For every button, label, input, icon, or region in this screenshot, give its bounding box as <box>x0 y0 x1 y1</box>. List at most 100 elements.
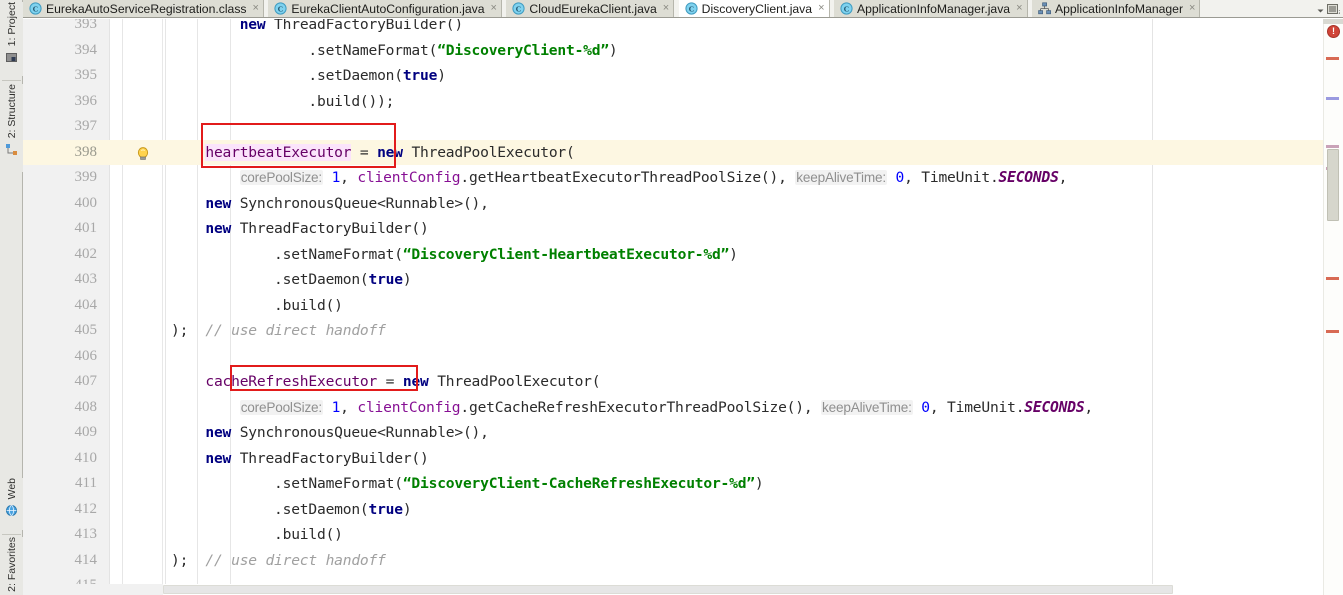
close-icon[interactable]: × <box>663 3 669 14</box>
close-icon[interactable]: × <box>1189 3 1195 14</box>
code-line[interactable]: 405); // use direct handoff <box>23 318 1343 344</box>
tab-list-icon[interactable]: 2 <box>1327 2 1342 17</box>
horizontal-scrollbar[interactable] <box>163 584 1323 595</box>
code-token: ) <box>402 500 412 518</box>
close-icon[interactable]: × <box>253 3 259 14</box>
code-text[interactable]: ); // use direct handoff <box>171 548 386 574</box>
code-line[interactable]: 406 <box>23 344 1343 370</box>
code-line[interactable]: 402 .setNameFormat(“DiscoveryClient-Hear… <box>23 242 1343 268</box>
code-line[interactable]: 404 .build() <box>23 293 1343 319</box>
editor-tab-application-info-manager-java[interactable]: C ApplicationInfoManager.java × <box>833 0 1028 17</box>
code-text[interactable]: .setDaemon(true) <box>171 63 446 89</box>
code-line[interactable]: 395 .setDaemon(true) <box>23 63 1343 89</box>
code-text[interactable]: corePoolSize: 1, clientConfig.getCacheRe… <box>171 395 1093 421</box>
code-token: ) <box>754 475 764 492</box>
code-text[interactable]: .build() <box>171 293 343 319</box>
sidebar-item-favorites[interactable]: 2: Favorites <box>0 537 23 595</box>
code-line[interactable]: 407 cacheRefreshExecutor = new ThreadPoo… <box>23 369 1343 395</box>
code-text[interactable]: .setNameFormat(“DiscoveryClient-CacheRef… <box>171 471 764 497</box>
code-line[interactable]: 393 new ThreadFactoryBuilder() <box>23 19 1343 38</box>
sidebar-item-project[interactable]: 1: Project <box>0 2 23 76</box>
editor-tab-label: ApplicationInfoManager <box>1054 1 1184 16</box>
editor-tab-bar[interactable]: C EurekaAutoServiceRegistration.class × … <box>23 0 1343 18</box>
error-stripe-marker[interactable] <box>1326 57 1339 60</box>
code-line[interactable]: 410 new ThreadFactoryBuilder() <box>23 446 1343 472</box>
editor-tab-discovery-client[interactable]: C DiscoveryClient.java × <box>678 0 830 17</box>
svg-text:C: C <box>33 4 38 13</box>
code-text[interactable]: corePoolSize: 1, clientConfig.getHeartbe… <box>171 165 1067 191</box>
java-class-icon: C <box>29 2 42 15</box>
code-line[interactable]: 412 .setDaemon(true) <box>23 497 1343 523</box>
close-icon[interactable]: × <box>1016 3 1022 14</box>
line-number: 398 <box>74 143 98 160</box>
code-line[interactable]: 401 new ThreadFactoryBuilder() <box>23 216 1343 242</box>
code-text[interactable]: new SynchronousQueue<Runnable>(), <box>171 191 489 217</box>
code-token: ThreadFactoryBuilder() <box>231 220 429 237</box>
code-line[interactable]: 394 .setNameFormat(“DiscoveryClient-%d”) <box>23 38 1343 64</box>
editor-tab-label: EurekaAutoServiceRegistration.class <box>46 1 247 16</box>
error-stripe-marker[interactable] <box>1326 97 1339 100</box>
intention-bulb-icon[interactable] <box>135 145 151 161</box>
code-text[interactable]: .build() <box>171 522 343 548</box>
code-text[interactable]: heartbeatExecutor = new ThreadPoolExecut… <box>171 140 575 166</box>
editor-tab-application-info-manager-hierarchy[interactable]: ApplicationInfoManager × <box>1031 0 1201 17</box>
tab-dropdown-icon[interactable] <box>1316 2 1325 17</box>
code-line[interactable]: 399 corePoolSize: 1, clientConfig.getHea… <box>23 165 1343 191</box>
code-line[interactable]: 400 new SynchronousQueue<Runnable>(), <box>23 191 1343 217</box>
error-stripe-marker[interactable] <box>1326 330 1339 333</box>
code-text[interactable]: .build()); <box>171 89 394 115</box>
line-number: 407 <box>74 373 98 389</box>
code-line[interactable]: 396 .build()); <box>23 89 1343 115</box>
code-line[interactable]: 409 new SynchronousQueue<Runnable>(), <box>23 420 1343 446</box>
code-text[interactable]: .setNameFormat(“DiscoveryClient-Heartbea… <box>171 242 738 268</box>
error-stripe-marker[interactable] <box>1326 277 1339 280</box>
close-icon[interactable]: × <box>818 3 824 14</box>
code-line[interactable]: 408 corePoolSize: 1, clientConfig.getCac… <box>23 395 1343 421</box>
editor-tab-eureka-auto-service-registration[interactable]: C EurekaAutoServiceRegistration.class × <box>23 0 264 17</box>
code-line[interactable]: 413 .build() <box>23 522 1343 548</box>
code-token: “DiscoveryClient-%d” <box>437 41 609 59</box>
code-text[interactable]: .setNameFormat(“DiscoveryClient-%d”) <box>171 38 617 64</box>
line-number: 402 <box>74 245 98 262</box>
left-tool-window-strip: 1: Project 2: Structure Web 2: Favorites <box>0 0 23 595</box>
code-line[interactable]: 414); // use direct handoff <box>23 548 1343 574</box>
sidebar-item-structure[interactable]: 2: Structure <box>0 84 23 172</box>
error-stripe-gutter[interactable] <box>1323 19 1343 595</box>
code-editor[interactable]: 393 new ThreadFactoryBuilder() 394 .setNa… <box>23 19 1343 595</box>
code-lines-container[interactable]: 393 new ThreadFactoryBuilder() 394 .setNa… <box>23 19 1343 595</box>
code-text[interactable]: .setDaemon(true) <box>171 497 412 523</box>
code-text[interactable]: ); // use direct handoff <box>171 318 386 344</box>
code-text[interactable]: .setDaemon(true) <box>171 267 412 293</box>
code-line[interactable]: 398 heartbeatExecutor = new ThreadPoolEx… <box>23 139 1343 166</box>
code-token: “DiscoveryClient-HeartbeatExecutor-%d” <box>402 245 730 263</box>
code-token: .build()); <box>308 92 395 110</box>
close-icon[interactable]: × <box>491 3 497 14</box>
code-token: heartbeatExecutor <box>205 143 352 161</box>
code-text[interactable]: new ThreadFactoryBuilder() <box>171 446 428 472</box>
code-text[interactable]: new ThreadFactoryBuilder() <box>171 216 429 242</box>
code-token: , TimeUnit. <box>904 169 999 186</box>
editor-tab-eureka-client-auto-configuration[interactable]: C EurekaClientAutoConfiguration.java × <box>268 0 502 17</box>
sidebar-item-web[interactable]: Web <box>0 478 23 530</box>
scrollbar-corner <box>23 584 163 595</box>
code-token: true <box>368 271 404 288</box>
code-line[interactable]: 411 .setNameFormat(“DiscoveryClient-Cach… <box>23 471 1343 497</box>
code-text[interactable]: new ThreadFactoryBuilder() <box>171 19 463 38</box>
horizontal-scrollbar-thumb[interactable] <box>163 585 1173 594</box>
svg-text:C: C <box>688 4 693 13</box>
code-line[interactable]: 397 <box>23 114 1343 140</box>
line-number: 395 <box>74 67 98 83</box>
error-stripe-marker[interactable] <box>1326 145 1339 148</box>
code-text[interactable]: new SynchronousQueue<Runnable>(), <box>171 420 489 446</box>
editor-tab-cloud-eureka-client[interactable]: C CloudEurekaClient.java × <box>506 0 675 17</box>
code-line[interactable]: 403 .setDaemon(true) <box>23 267 1343 293</box>
vertical-scrollbar-thumb[interactable] <box>1327 149 1339 221</box>
status-badge[interactable]: ! <box>1327 25 1340 38</box>
code-text[interactable]: cacheRefreshExecutor = new ThreadPoolExe… <box>171 369 600 395</box>
